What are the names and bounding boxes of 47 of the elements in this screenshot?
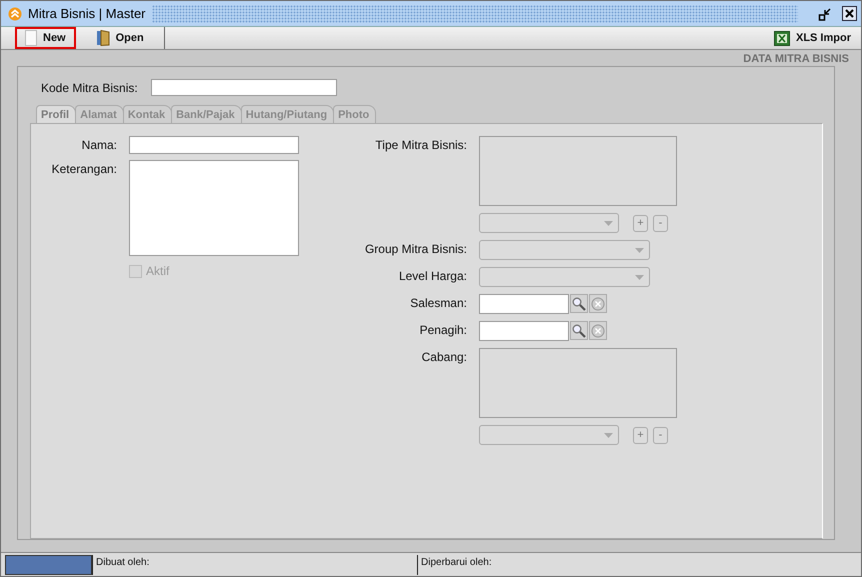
door-icon [96,30,110,46]
dropdown-arrow-icon [604,432,613,438]
app-logo-icon [8,6,22,20]
dropdown-arrow-icon [635,248,644,252]
field-label: Keterangan: [50,161,117,178]
field-label: Cabang: [420,349,467,366]
tab[interactable]: Hutang/Piutang [240,105,334,123]
dropdown[interactable] [479,425,619,445]
field-label: Level Harga: [398,268,467,285]
toolbar-button[interactable]: New [15,27,76,49]
search-icon [572,296,586,310]
field-label: Kode Mitra Bisnis: [41,80,138,94]
tab[interactable]: Kontak [122,105,172,123]
tab[interactable]: Photo [333,105,376,123]
field-label: Salesman: [409,295,467,312]
field-label: Group Mitra Bisnis: [364,241,467,258]
search-icon [572,324,586,338]
window-title: Mitra Bisnis | Master [28,6,146,21]
code-field[interactable] [150,79,337,96]
updated-by-label: Diperbarui oleh: [417,555,859,575]
field-label: Tipe Mitra Bisnis: [374,137,467,154]
clear-icon [591,324,605,338]
lookup-field[interactable] [479,321,569,341]
clear-icon [591,296,605,310]
close-icon[interactable] [842,6,857,21]
dropdown-arrow-icon [635,274,644,280]
blank-page-icon [25,30,37,46]
field-label: Penagih: [418,322,467,339]
lookup-field[interactable] [479,294,569,314]
section-heading: DATA MITRA BISNIS [743,53,849,65]
name-field[interactable] [129,136,299,154]
clear-button[interactable] [589,321,607,340]
created-by-label: Dibuat oleh: [92,555,417,575]
search-button[interactable] [570,294,588,313]
description-field[interactable] [129,160,299,256]
toolbar-button[interactable]: Open [86,27,154,49]
clear-button[interactable] [589,294,607,313]
dropdown[interactable] [479,213,619,233]
xls-import-button[interactable]: XLS Impor [764,27,861,49]
tab[interactable]: Alamat [75,105,124,123]
spreadsheet-icon [774,30,790,46]
search-button[interactable] [570,321,588,340]
field-label: Nama: [80,137,117,154]
dropdown-arrow-icon [604,220,613,226]
restore-icon[interactable] [818,6,832,20]
tab[interactable]: Bank/Pajak [171,105,242,123]
tab[interactable]: Profil [36,105,76,123]
